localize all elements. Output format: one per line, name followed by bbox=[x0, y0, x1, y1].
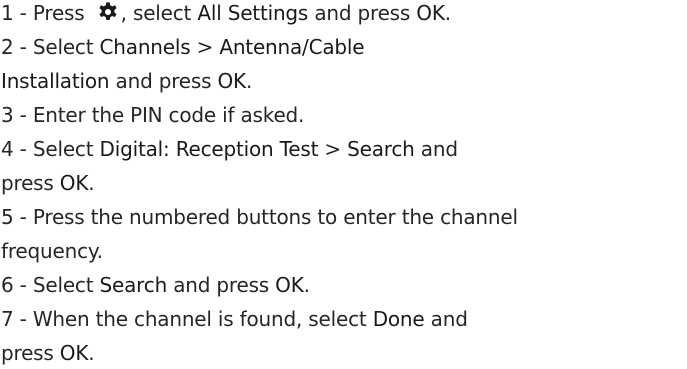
instruction-line: press OK. bbox=[1, 170, 95, 196]
instruction-text: and bbox=[424, 307, 468, 331]
instruction-line: 5 - Press the numbered buttons to enter … bbox=[1, 204, 518, 230]
instruction-line: 1 - Press , select All Settings and pres… bbox=[1, 0, 451, 29]
step-number: 2 - bbox=[1, 35, 33, 59]
step-number: 1 - bbox=[1, 1, 33, 25]
step-number: 3 - bbox=[1, 103, 33, 127]
instruction-text: > bbox=[318, 137, 348, 161]
step-number: 7 - bbox=[1, 307, 33, 331]
ui-term: Digital: Reception Test bbox=[99, 137, 319, 161]
instruction-text: press bbox=[1, 341, 60, 365]
instruction-text: . bbox=[88, 341, 95, 365]
instruction-text: Enter the PIN code if asked. bbox=[32, 103, 305, 127]
instruction-text: . bbox=[88, 171, 95, 195]
ui-term: OK bbox=[416, 1, 445, 25]
ui-term: OK bbox=[59, 341, 89, 365]
instruction-text: . bbox=[444, 1, 451, 25]
instruction-text: Press the numbered buttons to enter the … bbox=[32, 205, 518, 229]
ui-term: Channels bbox=[99, 35, 191, 59]
step-number: 4 - bbox=[1, 137, 33, 161]
ui-term: OK bbox=[59, 171, 89, 195]
instruction-line: 6 - Select Search and press OK. bbox=[1, 272, 310, 298]
instruction-text: and bbox=[414, 137, 458, 161]
step-number: 5 - bbox=[1, 205, 33, 229]
ui-term: Search bbox=[347, 137, 415, 161]
instruction-text: frequency. bbox=[1, 239, 103, 263]
instruction-text: . bbox=[303, 273, 310, 297]
instruction-text: and press bbox=[167, 273, 276, 297]
instruction-line: press OK. bbox=[1, 340, 95, 366]
ui-term: Antenna/Cable bbox=[219, 35, 365, 59]
instruction-line: 3 - Enter the PIN code if asked. bbox=[1, 102, 304, 128]
instruction-text: press bbox=[1, 171, 60, 195]
instruction-text: , select bbox=[120, 1, 198, 25]
instruction-text: Press bbox=[32, 1, 91, 25]
instruction-text: Select bbox=[32, 273, 100, 297]
instruction-text: and press bbox=[109, 69, 218, 93]
instruction-line: 4 - Select Digital: Reception Test > Sea… bbox=[1, 136, 458, 162]
ui-term: All Settings bbox=[197, 1, 309, 25]
instruction-text: . bbox=[245, 69, 253, 93]
instruction-text: Select bbox=[32, 137, 100, 161]
instruction-line: 7 - When the channel is found, select Do… bbox=[1, 306, 468, 332]
instruction-text: > bbox=[190, 35, 220, 59]
step-number: 6 - bbox=[1, 273, 33, 297]
ui-term: Done bbox=[372, 307, 425, 331]
ui-term: Installation bbox=[1, 69, 110, 93]
instruction-text: When the channel is found, select bbox=[32, 307, 373, 331]
instruction-text: Select bbox=[32, 35, 100, 59]
ui-term: OK bbox=[217, 69, 247, 93]
ui-term: Search bbox=[99, 273, 168, 297]
instruction-line: Installation and press OK. bbox=[1, 68, 252, 94]
ui-term: OK bbox=[275, 273, 304, 297]
instruction-text: and press bbox=[308, 1, 417, 25]
instruction-line: 2 - Select Channels > Antenna/Cable bbox=[1, 34, 365, 60]
instruction-list: 1 - Press , select All Settings and pres… bbox=[0, 0, 687, 369]
gear-icon bbox=[97, 1, 119, 29]
instruction-line: frequency. bbox=[1, 238, 103, 264]
